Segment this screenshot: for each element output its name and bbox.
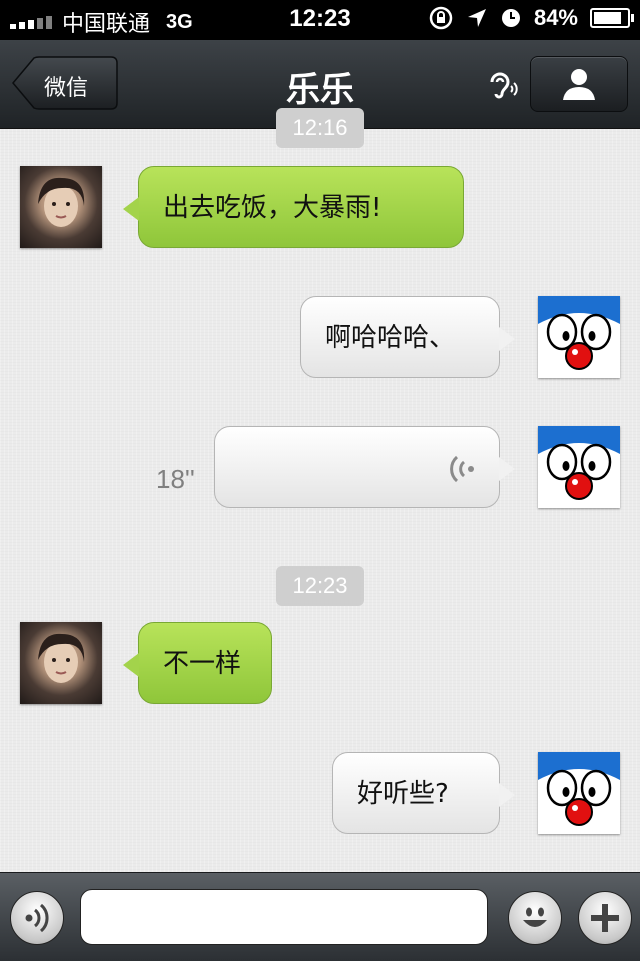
more-options-button[interactable]: [578, 891, 632, 945]
alarm-clock-icon: [501, 9, 520, 27]
voice-input-icon: [25, 903, 49, 933]
contact-avatar[interactable]: [20, 622, 102, 704]
message-text: 出去吃饭，大暴雨!: [163, 193, 382, 223]
doraemon-avatar-icon: [538, 296, 620, 378]
voice-wave-icon: [450, 455, 474, 483]
timestamp-pill: 12:23: [276, 566, 364, 606]
location-arrow-icon: [467, 9, 486, 27]
outgoing-message-bubble[interactable]: 好听些?: [332, 752, 515, 834]
emoji-button[interactable]: [508, 891, 562, 945]
input-bar: [0, 872, 640, 961]
voice-input-button[interactable]: [10, 891, 64, 945]
incoming-message-bubble[interactable]: 出去吃饭，大暴雨!: [123, 166, 464, 248]
smiley-icon: [523, 907, 547, 927]
message-text: 啊哈哈哈、: [325, 323, 456, 353]
timestamp-pill: 12:16: [276, 108, 364, 148]
contact-avatar[interactable]: [20, 166, 102, 248]
ear-speaker-icon[interactable]: [486, 68, 522, 102]
profile-button[interactable]: [530, 56, 628, 112]
doraemon-avatar-icon: [538, 752, 620, 834]
my-avatar[interactable]: [538, 752, 620, 834]
plus-icon: [591, 904, 619, 932]
person-icon: [563, 69, 595, 100]
message-text: 好听些?: [357, 779, 449, 809]
status-bar: 中国联通 3G 12:23 84%: [0, 0, 640, 40]
message-text: 不一样: [163, 649, 242, 679]
incoming-message-bubble[interactable]: 不一样: [123, 622, 272, 704]
my-avatar[interactable]: [538, 426, 620, 508]
rotation-lock-icon: [429, 6, 453, 30]
message-input[interactable]: [80, 889, 488, 945]
status-right: 84%: [428, 5, 634, 31]
outgoing-message-bubble[interactable]: 啊哈哈哈、: [300, 296, 515, 378]
doraemon-avatar-icon: [538, 426, 620, 508]
battery-percent: 84%: [533, 5, 578, 30]
contact-photo: [38, 633, 85, 683]
battery-fill: [594, 12, 621, 24]
battery-icon: [590, 8, 634, 28]
voice-message-bubble[interactable]: [214, 426, 515, 508]
my-avatar[interactable]: [538, 296, 620, 378]
contact-photo: [38, 177, 85, 227]
voice-duration: 18'': [156, 464, 195, 494]
